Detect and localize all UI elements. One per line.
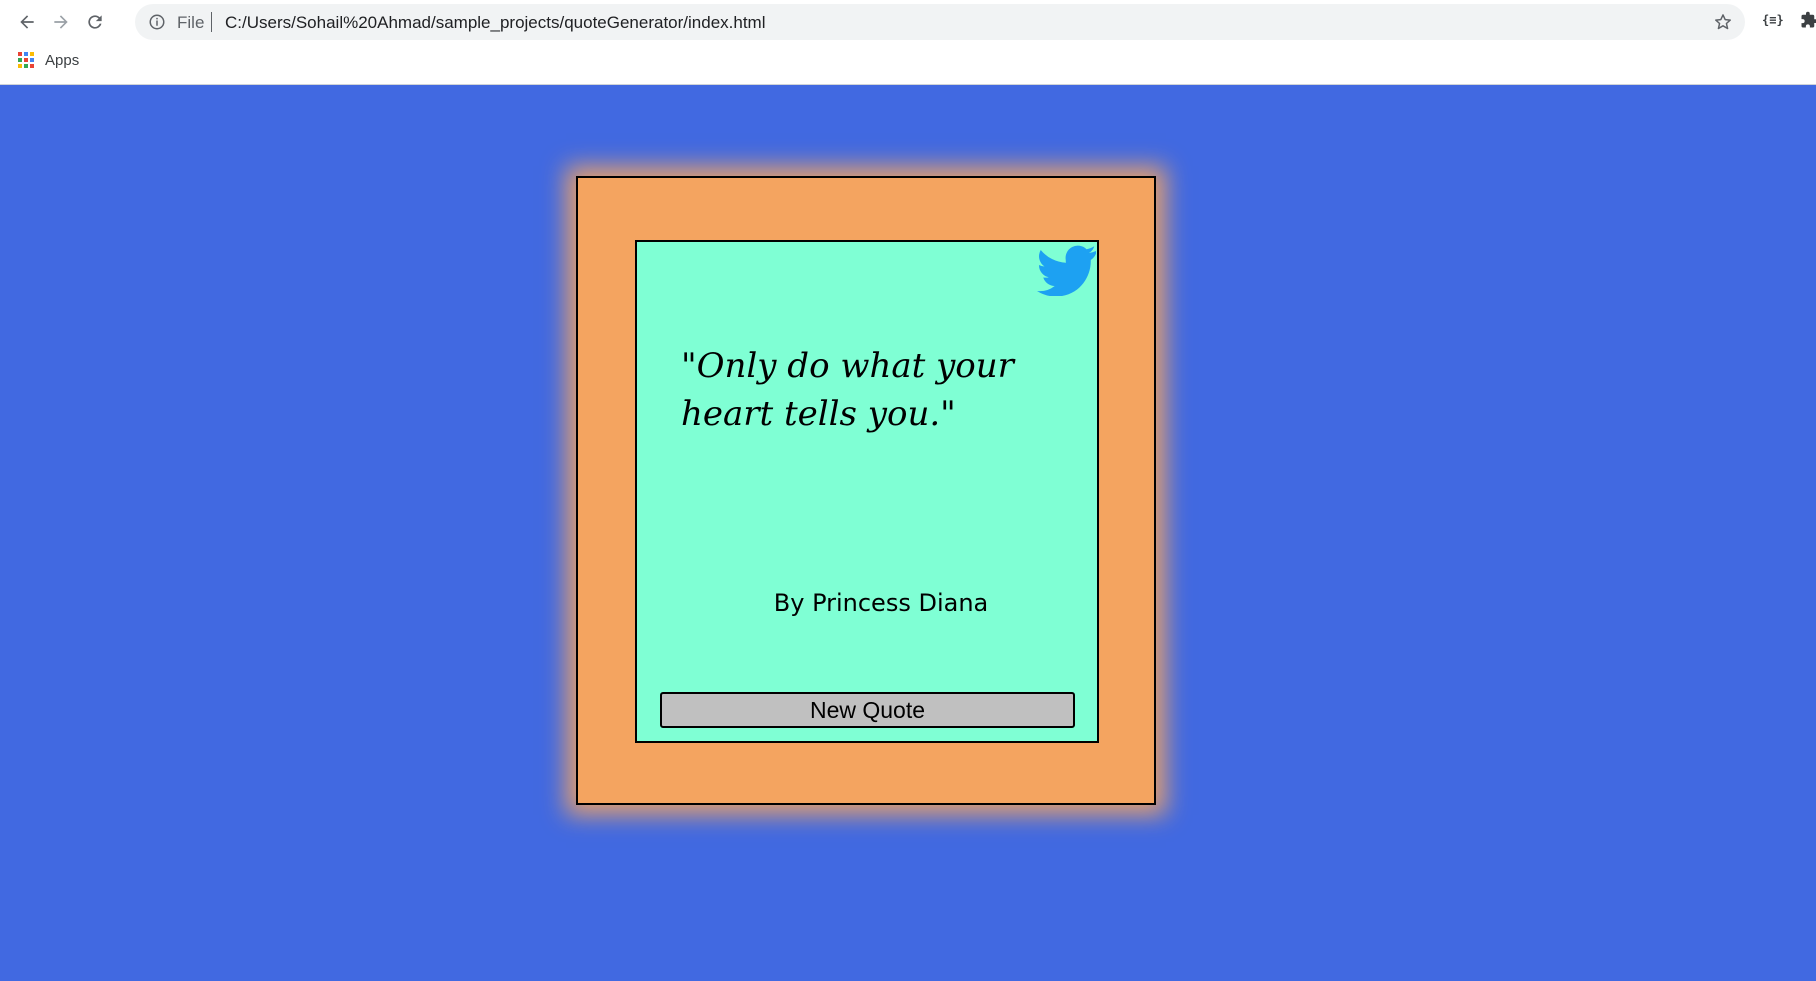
new-quote-button[interactable]: New Quote	[660, 692, 1075, 728]
url-scheme-label: File	[177, 13, 205, 32]
forward-button[interactable]	[48, 9, 74, 35]
browser-chrome: File C:/Users/Sohail%20Ahmad/sample_proj…	[0, 0, 1816, 85]
quote-box: "Only do what your heart tells you." By …	[635, 240, 1099, 743]
arrow-left-icon	[20, 15, 34, 29]
reload-button[interactable]	[82, 9, 108, 35]
address-bar[interactable]: File C:/Users/Sohail%20Ahmad/sample_proj…	[135, 4, 1745, 40]
quote-text: "Only do what your heart tells you."	[681, 346, 1014, 434]
bookmark-apps[interactable]: Apps	[18, 52, 79, 69]
back-button[interactable]	[14, 9, 40, 35]
apps-grid-icon	[18, 52, 35, 69]
twitter-icon[interactable]	[1037, 244, 1097, 296]
bookmarks-bar: Apps	[0, 46, 1816, 76]
quote-author: By Princess Diana	[773, 589, 989, 617]
star-icon[interactable]	[1713, 12, 1733, 32]
url-separator	[211, 12, 212, 32]
json-viewer-extension-icon[interactable]: {≡}	[1762, 13, 1784, 27]
quote-container: "Only do what your heart tells you." By …	[576, 176, 1156, 805]
url-text[interactable]: C:/Users/Sohail%20Ahmad/sample_projects/…	[225, 13, 766, 33]
arrow-right-icon	[54, 15, 68, 29]
apps-label: Apps	[45, 52, 80, 69]
info-icon[interactable]	[148, 13, 166, 31]
reload-icon	[88, 15, 102, 29]
puzzle-icon[interactable]	[1800, 10, 1816, 30]
page-content: "Only do what your heart tells you." By …	[0, 86, 1816, 981]
